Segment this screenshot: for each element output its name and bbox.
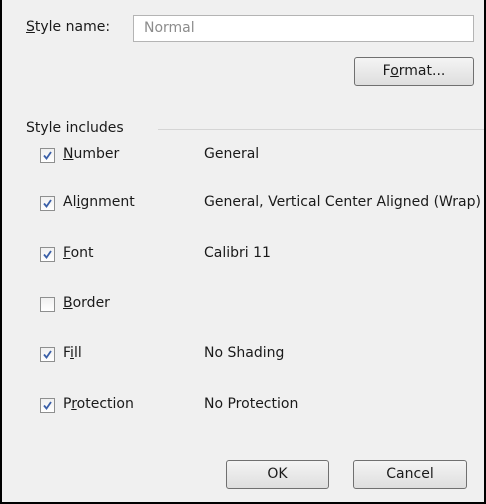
border-label[interactable]: Border: [63, 295, 110, 311]
fill-label[interactable]: Fill: [63, 345, 82, 361]
alignment-checkbox[interactable]: [40, 196, 55, 211]
style-name-label-text: tyle name:: [34, 19, 111, 35]
fill-description: No Shading: [204, 345, 285, 361]
checkmark-icon: [43, 151, 52, 160]
checkmark-icon: [43, 250, 52, 259]
font-label[interactable]: Font: [63, 245, 94, 261]
style-dialog: Style name: Normal Format... Style inclu…: [0, 0, 486, 504]
checkmark-icon: [43, 350, 52, 359]
style-includes-heading: Style includes: [26, 120, 124, 136]
font-checkbox[interactable]: [40, 247, 55, 262]
checkmark-icon: [43, 401, 52, 410]
protection-description: No Protection: [204, 396, 299, 412]
border-checkbox[interactable]: [40, 297, 55, 312]
style-name-input[interactable]: Normal: [133, 15, 474, 42]
protection-checkbox[interactable]: [40, 398, 55, 413]
checkmark-icon: [43, 199, 52, 208]
ok-button[interactable]: OK: [226, 460, 329, 489]
font-description: Calibri 11: [204, 245, 271, 261]
number-checkbox[interactable]: [40, 148, 55, 163]
group-divider: [158, 129, 484, 130]
alignment-description: General, Vertical Center Aligned (Wrap): [204, 194, 481, 210]
format-button[interactable]: Format...: [354, 57, 474, 86]
fill-checkbox[interactable]: [40, 347, 55, 362]
number-description: General: [204, 146, 260, 162]
cancel-button[interactable]: Cancel: [353, 460, 467, 489]
format-button-label: Format...: [382, 63, 446, 79]
style-name-mnemonic: S: [26, 19, 35, 35]
alignment-label[interactable]: Alignment: [63, 194, 135, 210]
style-name-label: Style name:: [26, 19, 110, 35]
number-label[interactable]: Number: [63, 146, 119, 162]
protection-label[interactable]: Protection: [63, 396, 134, 412]
